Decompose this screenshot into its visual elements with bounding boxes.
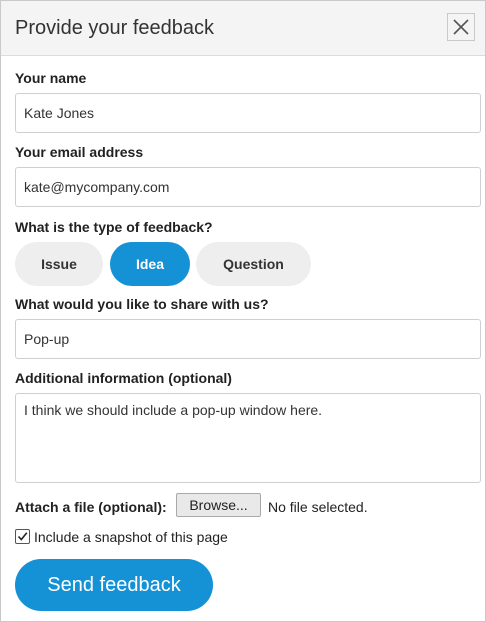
feedback-type-label: What is the type of feedback? — [15, 219, 213, 235]
share-label: What would you like to share with us? — [15, 296, 269, 312]
name-label: Your name — [15, 70, 87, 86]
additional-info-textarea[interactable]: I think we should include a pop-up windo… — [15, 393, 481, 483]
attachment-label: Attach a file (optional): — [15, 499, 167, 515]
feedback-type-idea-button[interactable]: Idea — [110, 242, 190, 286]
browse-button[interactable]: Browse... — [176, 493, 261, 517]
checkmark-icon — [17, 532, 28, 541]
close-icon — [453, 19, 469, 35]
send-feedback-button[interactable]: Send feedback — [15, 559, 213, 611]
snapshot-checkbox[interactable] — [15, 529, 30, 544]
name-input[interactable] — [15, 93, 481, 133]
share-input[interactable] — [15, 319, 481, 359]
attachment-row: Attach a file (optional): Browse... No f… — [15, 493, 481, 519]
additional-info-label: Additional information (optional) — [15, 370, 232, 386]
feedback-type-issue-button[interactable]: Issue — [15, 242, 103, 286]
dialog-title: Provide your feedback — [15, 17, 215, 39]
dialog-header: Provide your feedback — [1, 1, 485, 56]
feedback-dialog: Provide your feedback Your name Your ema… — [0, 0, 486, 622]
email-input[interactable] — [15, 167, 481, 207]
close-button[interactable] — [447, 13, 475, 41]
snapshot-label[interactable]: Include a snapshot of this page — [34, 529, 228, 546]
feedback-type-question-button[interactable]: Question — [196, 242, 311, 286]
email-label: Your email address — [15, 144, 144, 160]
file-status: No file selected. — [268, 499, 368, 515]
